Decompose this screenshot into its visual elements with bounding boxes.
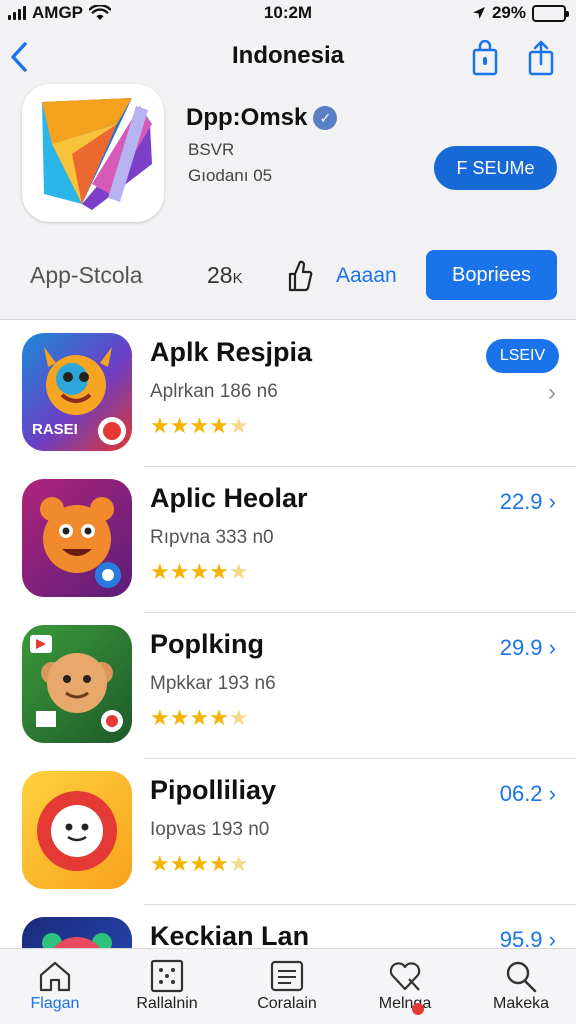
app-icon [22, 771, 132, 889]
app-icon [22, 625, 132, 743]
app-price-value: 95.9 [499, 927, 543, 948]
tab-label: Melnga [378, 995, 432, 1012]
star-rating: ★★★★★ [150, 413, 249, 438]
rating-count: 28K [207, 262, 243, 289]
battery-percent: 29% [491, 3, 526, 22]
home-icon [39, 961, 71, 992]
creature-icon [42, 933, 112, 948]
featured-app-name: Dpp:Omsk [186, 104, 308, 131]
search-icon [506, 961, 537, 993]
play-logo-icon [42, 98, 152, 210]
app-price[interactable]: 22.9 › [500, 489, 556, 515]
tab-search[interactable]: Makeka [466, 949, 576, 1024]
tab-label: Coralain [257, 995, 317, 1012]
chevron-right-icon: › [548, 781, 556, 806]
chevron-right-icon: › [548, 489, 556, 514]
tab-label: Flagan [30, 995, 80, 1012]
list-item[interactable]: RASEI Aplk Resjpia Aplrkan 186 n6 ★★★★★ … [0, 321, 576, 467]
heart-search-icon [389, 962, 421, 991]
action-button[interactable]: Bopriees [426, 250, 557, 300]
featured-app-category: Gıodanı 05 [188, 166, 273, 185]
app-title: Pipolliliay [150, 775, 277, 805]
app-subtitle: Aplrkan 186 n6 [150, 381, 278, 402]
featured-app-name-row: Dpp:Omsk ✓ [186, 104, 338, 132]
star-rating: ★★★★★ [150, 705, 249, 730]
featured-app-icon[interactable] [22, 84, 164, 222]
monkey-icon [30, 635, 123, 732]
app-title: Aplic Heolar [150, 483, 308, 513]
app-subtitle: Mpkkar 193 n6 [150, 673, 276, 694]
share-button[interactable] [526, 40, 556, 76]
smiley-icon [37, 791, 117, 871]
list-item[interactable]: Poplking Mpkkar 193 n6 ★★★★★ 29.9 › [0, 613, 576, 759]
tab-label: Makeka [492, 995, 550, 1012]
list-item[interactable]: Pipolliliay Iopvas 193 n0 ★★★★★ 06.2 › [0, 759, 576, 905]
thumbs-up-icon [288, 260, 313, 292]
app-header: Indonesia Dpp:Omsk ✓ BSVR Gıodanı 05 F S… [0, 28, 576, 320]
meta-row: App-Stcola 28K Aaaan Bopriees [0, 250, 576, 306]
get-button[interactable]: F SEUMe [434, 146, 557, 190]
app-price-value: 29.9 [499, 635, 543, 660]
list-item[interactable]: Keckian Lan 95.9 › [0, 905, 576, 948]
chevron-right-icon: › [548, 379, 556, 406]
app-title: Keckian Lan [150, 921, 310, 948]
app-subtitle: Rıpvna 333 n0 [150, 527, 274, 548]
app-icon-text: RASEI [32, 421, 78, 438]
app-icon [22, 479, 132, 597]
rating-unit: K [232, 270, 243, 287]
app-price[interactable]: 06.2 › [500, 781, 556, 807]
location-icon [472, 7, 485, 19]
status-right: 29% [472, 3, 569, 23]
featured-app-developer: BSVR [188, 140, 235, 159]
app-icon [22, 917, 132, 948]
list-icon [270, 960, 304, 992]
star-rating: ★★★★★ [150, 851, 249, 876]
app-subtitle: Iopvas 193 n0 [150, 819, 270, 840]
app-price[interactable]: 95.9 › [500, 927, 556, 948]
tab-bar: Flagan Rallalnin Coralain Melnga Makeka [0, 948, 576, 1024]
tab-lists[interactable]: Coralain [232, 949, 342, 1024]
app-title: Poplking [150, 629, 264, 659]
bag-icon [472, 39, 498, 76]
bag-button[interactable] [470, 39, 500, 76]
bear-icon [40, 497, 121, 588]
store-label: App-Stcola [30, 262, 143, 288]
star-rating: ★★★★★ [150, 559, 249, 584]
share-icon [528, 40, 554, 76]
app-price-value: 06.2 [499, 781, 543, 806]
tab-apps[interactable]: Rallalnin [112, 949, 222, 1024]
verified-check-icon: ✓ [313, 106, 338, 130]
app-price-value: 22.9 [499, 489, 543, 514]
app-badge-button[interactable]: LSEIV [486, 339, 559, 373]
battery-icon [532, 4, 569, 22]
info-link[interactable]: Aaaan [336, 264, 397, 288]
app-title: Aplk Resjpia [150, 337, 313, 367]
notification-badge [412, 1003, 424, 1015]
chevron-right-icon: › [548, 635, 556, 660]
tab-label: Rallalnin [136, 995, 198, 1012]
status-bar: AMGP 10:2M 29% [0, 0, 576, 28]
grid-icon [150, 959, 184, 993]
like-button[interactable] [285, 258, 313, 294]
rating-value: 28 [207, 262, 233, 288]
tab-home[interactable]: Flagan [0, 949, 110, 1024]
app-icon: RASEI [22, 333, 132, 451]
list-item[interactable]: Aplic Heolar Rıpvna 333 n0 ★★★★★ 22.9 › [0, 467, 576, 613]
chevron-right-icon: › [548, 927, 556, 948]
app-price[interactable]: 29.9 › [500, 635, 556, 661]
tab-favorites[interactable]: Melnga [350, 949, 460, 1024]
